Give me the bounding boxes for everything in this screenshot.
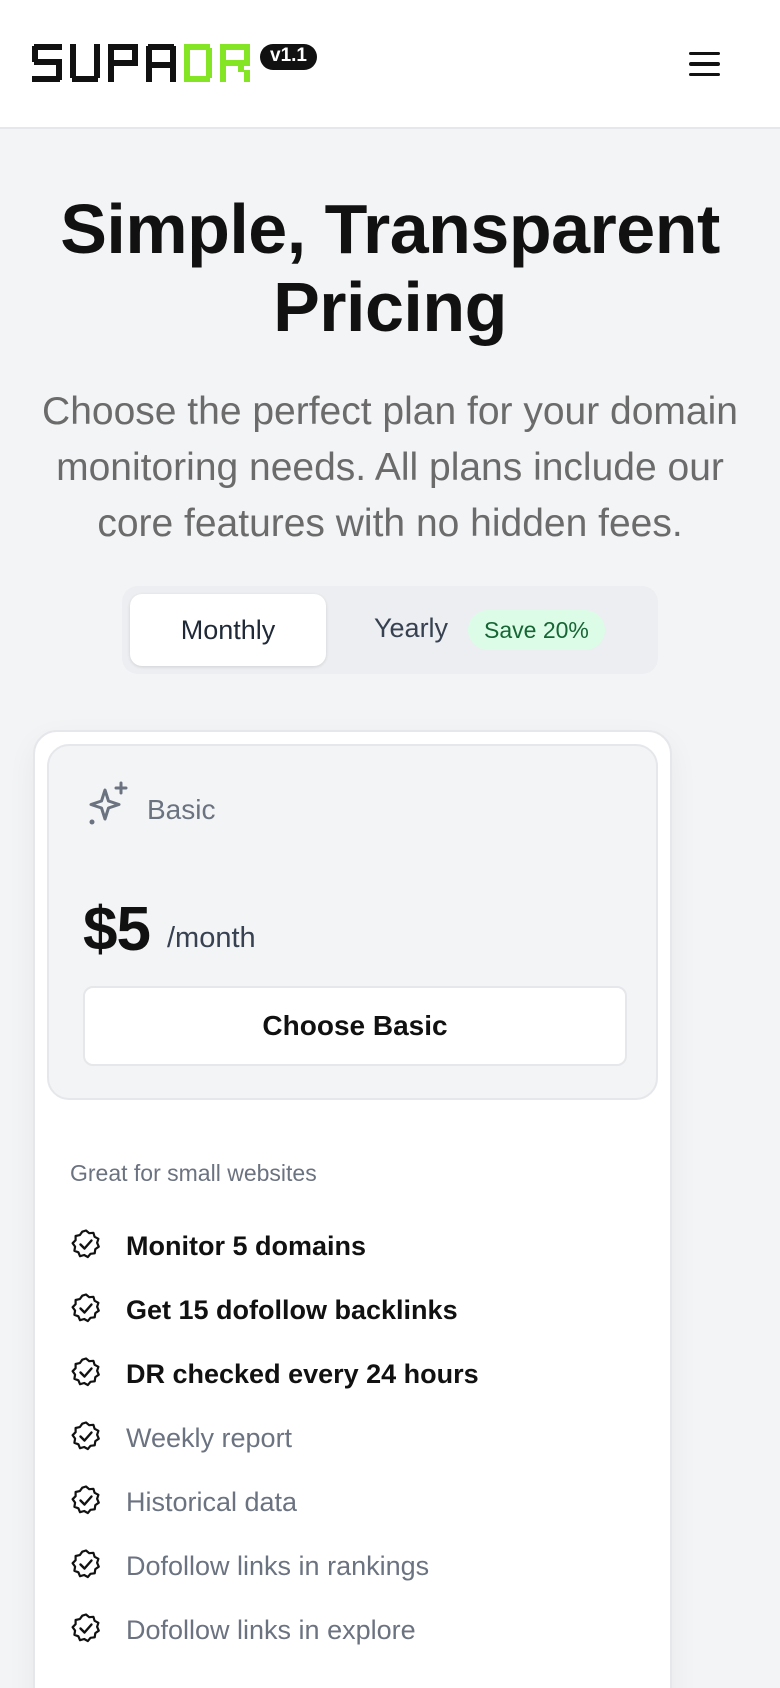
feature-item: Dofollow links in rankings	[70, 1544, 650, 1608]
page-title-text: Simple, Transparent Pricing	[60, 190, 720, 346]
check-badge-icon	[71, 1549, 100, 1579]
plan-description: Great for small websites	[70, 1160, 317, 1186]
yearly-toggle-button[interactable]: Yearly	[374, 613, 448, 644]
feature-item: DR checked every 24 hours	[70, 1352, 650, 1416]
plan-card-header: Basic $5 /month Choose Basic	[47, 744, 658, 1100]
feature-item: Monitor 5 domains	[70, 1224, 650, 1288]
feature-text: DR checked every 24 hours	[126, 1359, 479, 1389]
page-title: Simple, Transparent Pricing	[0, 190, 780, 346]
feature-item: Weekly report	[70, 1416, 650, 1480]
check-badge-icon	[71, 1613, 100, 1643]
check-badge-icon	[71, 1421, 100, 1451]
plan-price: $5	[83, 895, 151, 964]
check-badge-icon	[71, 1485, 100, 1515]
check-badge-icon	[71, 1229, 100, 1259]
plan-card-basic: Basic $5 /month Choose Basic Great for s…	[33, 730, 672, 1688]
choose-basic-button[interactable]: Choose Basic	[83, 986, 627, 1066]
save-percent-badge: Save 20%	[468, 610, 605, 650]
feature-text: Monitor 5 domains	[126, 1231, 367, 1261]
check-badge-icon	[71, 1293, 100, 1323]
feature-text: Get 15 dofollow backlinks	[126, 1295, 458, 1325]
feature-text: Dofollow links in explore	[126, 1615, 416, 1645]
page-subtitle: Choose the perfect plan for your domain …	[42, 390, 738, 545]
sparkle-icon	[89, 781, 128, 825]
feature-text: Historical data	[126, 1487, 298, 1517]
plan-period: /month	[167, 922, 256, 954]
logo-wordmark	[32, 44, 250, 82]
feature-list: Monitor 5 domains Get 15 dofollow backli…	[70, 1224, 650, 1672]
feature-item: Get 15 dofollow backlinks	[70, 1288, 650, 1352]
version-badge: v1.1	[260, 44, 317, 70]
check-badge-icon	[71, 1357, 100, 1387]
top-header: v1.1	[0, 0, 780, 129]
feature-text: Weekly report	[126, 1423, 293, 1453]
supadr-logo[interactable]: v1.1	[32, 44, 317, 84]
feature-item: Historical data	[70, 1480, 650, 1544]
hamburger-menu-icon[interactable]	[684, 46, 724, 82]
feature-item: Dofollow links in explore	[70, 1608, 650, 1672]
plan-name: Basic	[147, 794, 216, 825]
feature-text: Dofollow links in rankings	[126, 1551, 430, 1581]
monthly-toggle-button[interactable]: Monthly	[130, 594, 326, 666]
